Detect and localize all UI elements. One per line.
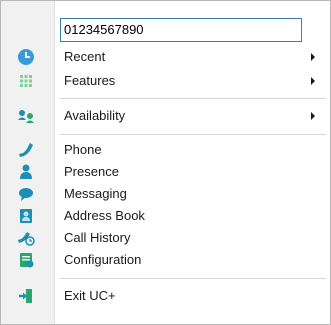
menu-item-label: Recent (64, 49, 106, 64)
clock-icon (17, 48, 35, 66)
presence-icon (17, 163, 35, 181)
address-book-icon (17, 207, 35, 225)
number-input[interactable] (60, 18, 302, 42)
menu-item-messaging[interactable]: Messaging (1, 183, 330, 205)
menu-item-label: Call History (64, 230, 131, 245)
menu-item-label: Presence (64, 164, 119, 179)
configuration-icon (17, 251, 35, 269)
menu-item-address-book[interactable]: Address Book (1, 205, 330, 227)
menu-item-label: Exit UC+ (64, 288, 116, 303)
menu-item-label: Availability (64, 108, 126, 123)
menu-item-exit[interactable]: Exit UC+ (1, 285, 330, 307)
menu-item-availability[interactable]: Availability (1, 105, 330, 127)
menu-item-label: Address Book (64, 208, 145, 223)
availability-icon (17, 107, 35, 125)
submenu-arrow-icon (311, 77, 315, 85)
menu-item-phone[interactable]: Phone (1, 139, 330, 161)
call-history-icon (17, 229, 35, 247)
context-menu: Recent Features (0, 0, 331, 325)
menu-item-call-history[interactable]: Call History (1, 227, 330, 249)
menu-separator (60, 278, 326, 279)
submenu-arrow-icon (311, 53, 315, 61)
menu-item-label: Messaging (64, 186, 127, 201)
menu-item-label: Configuration (64, 252, 142, 267)
menu-separator (60, 98, 326, 99)
menu-item-label: Features (64, 73, 116, 88)
menu-item-recent[interactable]: Recent (1, 46, 330, 68)
menu-item-features[interactable]: Features (1, 70, 330, 92)
grid-icon (17, 72, 35, 90)
exit-icon (17, 287, 35, 305)
menu-item-label: Phone (64, 142, 102, 157)
messaging-icon (17, 185, 35, 203)
phone-icon (17, 141, 35, 159)
menu-item-presence[interactable]: Presence (1, 161, 330, 183)
submenu-arrow-icon (311, 112, 315, 120)
menu-separator (60, 134, 326, 135)
menu-item-configuration[interactable]: Configuration (1, 249, 330, 271)
